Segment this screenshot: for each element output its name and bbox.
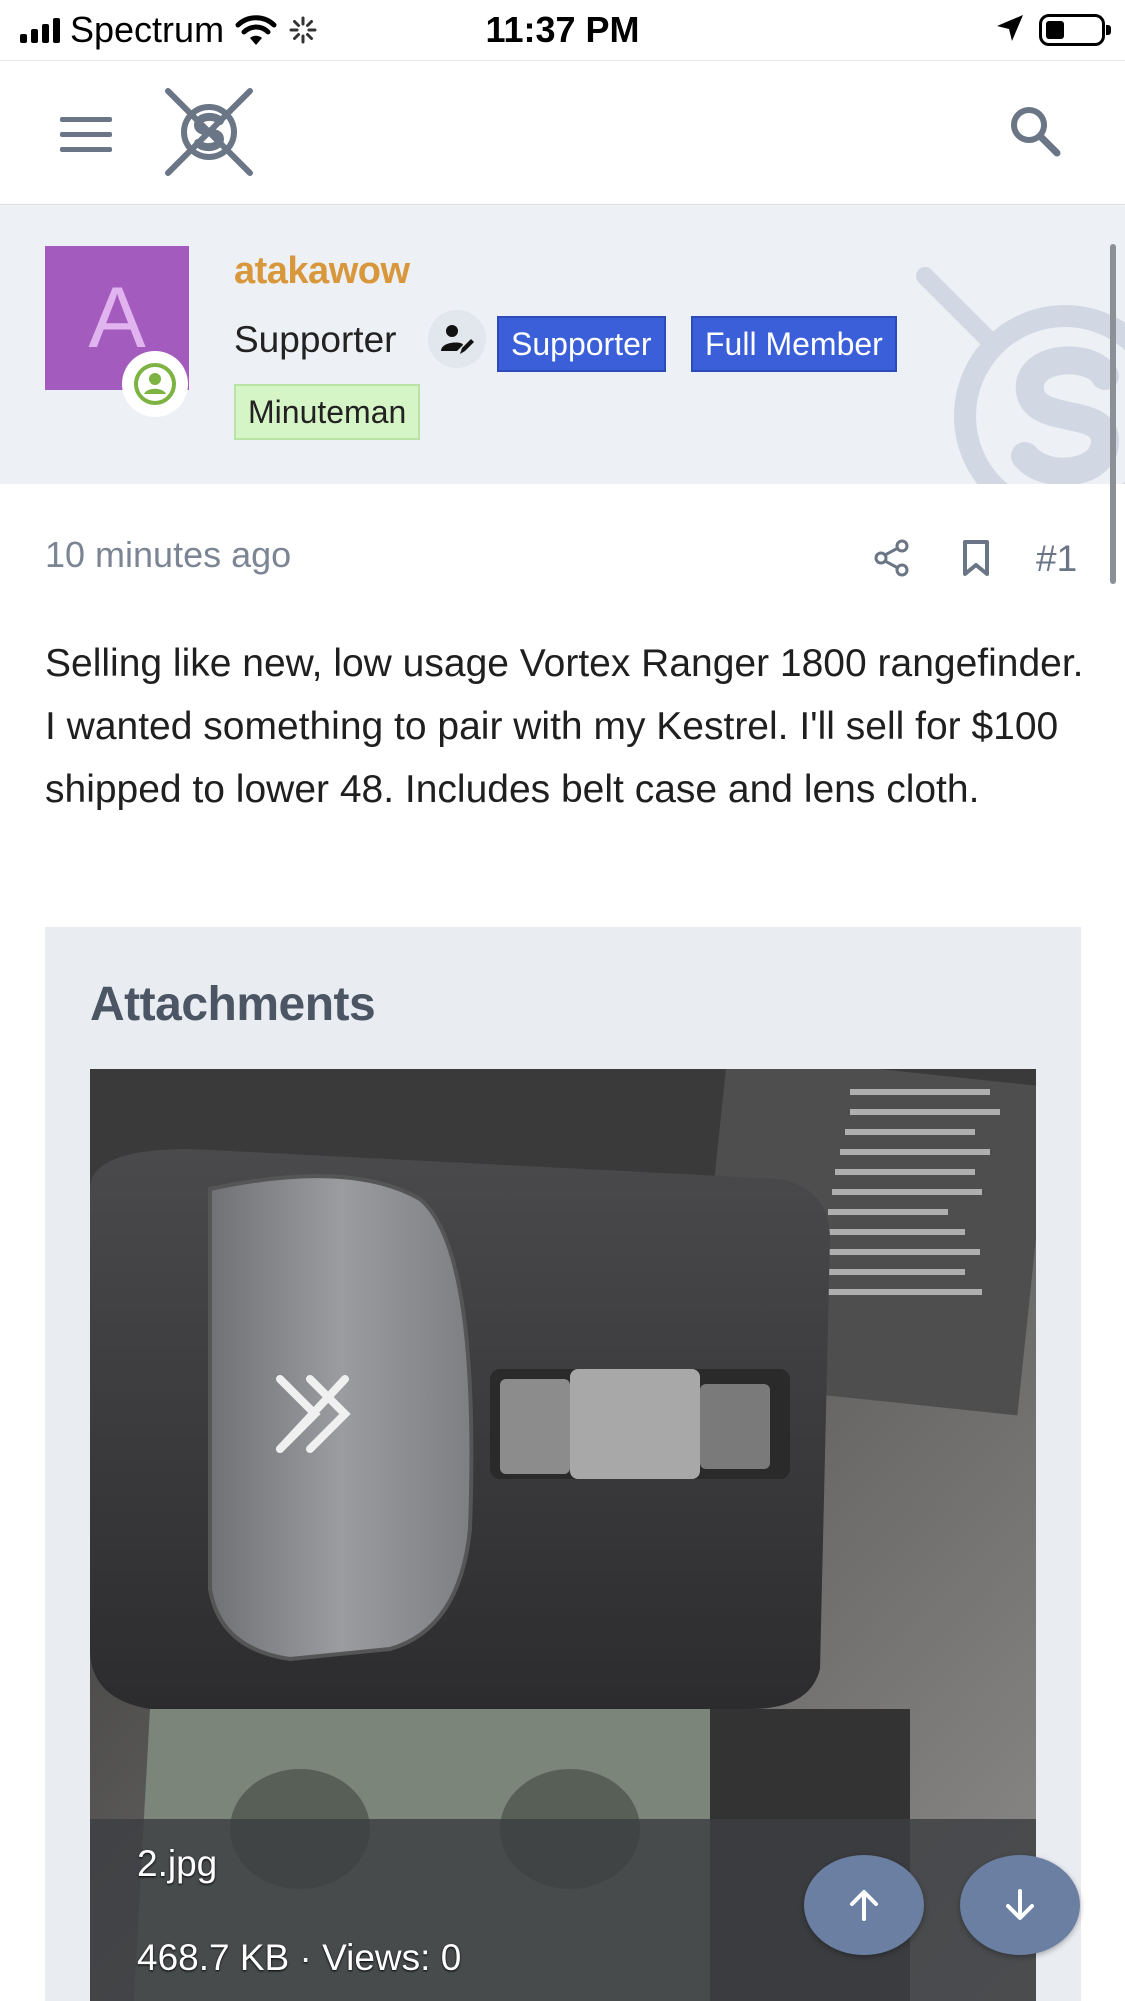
scroll-down-button[interactable] xyxy=(960,1855,1080,1955)
scroll-up-button[interactable] xyxy=(804,1855,924,1955)
banner-full-member: Full Member xyxy=(691,316,897,372)
user-title: Supporter xyxy=(234,319,397,360)
location-arrow-icon xyxy=(995,13,1025,48)
bookmark-icon[interactable] xyxy=(958,538,994,578)
arrow-down-icon xyxy=(1006,1889,1034,1920)
top-navbar xyxy=(0,60,1125,205)
attachment-filename: 2.jpg xyxy=(137,1843,218,1884)
clock: 11:37 PM xyxy=(485,9,640,50)
hamburger-icon[interactable] xyxy=(60,115,112,153)
status-right xyxy=(995,10,1111,50)
attachment-meta: 468.7 KB · Views: 0 xyxy=(137,1937,462,1978)
online-status-icon xyxy=(122,351,188,417)
post-body: Selling like new, low usage Vortex Range… xyxy=(45,642,1084,811)
attachments-block: Attachments 2.jpg 468.7 KB · Views: 0 xyxy=(45,927,1081,2001)
attachments-heading: Attachments xyxy=(90,978,376,1031)
banner-minuteman: Minuteman xyxy=(234,384,421,440)
post-timestamp[interactable]: 10 minutes ago xyxy=(45,534,291,576)
post-number-link[interactable]: #1 xyxy=(1036,538,1077,580)
scrollbar[interactable] xyxy=(1110,244,1116,584)
user-edit-icon xyxy=(428,310,486,368)
search-icon[interactable] xyxy=(1005,101,1065,161)
arrow-up-icon xyxy=(850,1890,878,1921)
share-icon[interactable] xyxy=(872,538,912,578)
username-link[interactable]: atakawow xyxy=(234,250,410,293)
status-bar: Spectrum 11:37 PM xyxy=(0,0,1125,60)
page: Spectrum 11:37 PM A atakawow Supporter S… xyxy=(0,0,1125,2001)
site-logo[interactable] xyxy=(160,83,258,181)
logo-watermark-icon xyxy=(915,266,1125,484)
battery-icon xyxy=(1039,14,1111,46)
post-author-header: A atakawow Supporter Supporter Full Memb… xyxy=(0,206,1125,484)
banner-supporter: Supporter xyxy=(497,316,666,372)
